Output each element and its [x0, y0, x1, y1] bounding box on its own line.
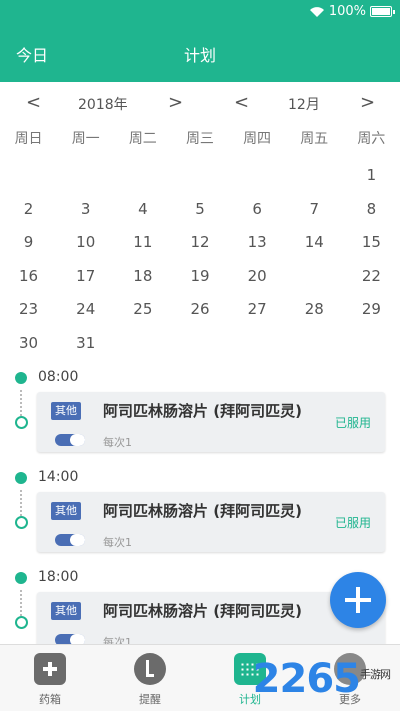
calendar-day[interactable]: 9 [0, 227, 57, 257]
medication-card[interactable]: 其他 阿司匹林肠溶片 (拜阿司匹灵) 已服用 每次1 [37, 492, 385, 552]
schedule-time: 08:00 [38, 369, 79, 385]
calendar-day[interactable]: 13 [229, 227, 286, 257]
calendar-day[interactable]: 15 [343, 227, 400, 257]
timeline-dot [15, 372, 27, 384]
status-bar: 100% [0, 0, 400, 24]
drug-name: 阿司匹林肠溶片 (拜阿司匹灵) [103, 402, 302, 420]
pill-icon [55, 534, 85, 546]
wifi-icon [309, 6, 324, 17]
calendar-day[interactable]: 19 [171, 261, 228, 291]
schedule-time: 18:00 [38, 569, 79, 585]
weekday-label: 周四 [243, 131, 272, 147]
weekday-label: 周三 [185, 131, 214, 147]
add-plan-button[interactable] [330, 572, 386, 628]
calendar-day[interactable]: 12 [171, 227, 228, 257]
calendar-day[interactable]: 4 [114, 194, 171, 224]
nav-item-medicine-kit[interactable]: 药箱 [20, 653, 80, 707]
battery-percent: 100% [328, 4, 366, 19]
timeline-ring [15, 516, 28, 529]
taken-status[interactable]: 已服用 [335, 514, 371, 531]
medicine-kit-icon [34, 653, 66, 685]
watermark-text: 2265 [252, 656, 361, 702]
category-tag: 其他 [51, 602, 81, 620]
taken-status[interactable]: 已服用 [335, 414, 371, 431]
nav-item-reminder[interactable]: 提醒 [120, 653, 180, 707]
category-tag: 其他 [51, 402, 81, 420]
weekday-label: 周日 [14, 131, 43, 147]
date-pickers: < 2018年 > < 12月 > [0, 92, 400, 118]
watermark-logo: 2265手游网 [252, 656, 391, 702]
dose-frequency: 每次1 [103, 536, 132, 549]
timeline-ring [15, 616, 28, 629]
month-label[interactable]: 12月 [288, 94, 320, 114]
pill-icon [55, 434, 85, 446]
calendar-day[interactable]: 23 [0, 294, 57, 324]
nav-label: 提醒 [139, 693, 161, 706]
battery-icon [370, 6, 395, 17]
calendar-day[interactable]: 5 [171, 194, 228, 224]
calendar-day[interactable]: 18 [114, 261, 171, 291]
weekday-header: 周日 周一 周二 周三 周四 周五 周六 [0, 128, 400, 148]
calendar-day[interactable]: 8 [343, 194, 400, 224]
prev-year-button[interactable]: < [26, 92, 41, 113]
calendar-day[interactable]: 6 [229, 194, 286, 224]
drug-name: 阿司匹林肠溶片 (拜阿司匹灵) [103, 502, 302, 520]
drug-name: 阿司匹林肠溶片 (拜阿司匹灵) [103, 602, 302, 620]
status-bar-right: 100% [309, 4, 395, 19]
dose-frequency: 每次1 [103, 436, 132, 449]
calendar-day[interactable]: 24 [57, 294, 114, 324]
timeline-dot [15, 572, 27, 584]
year-label[interactable]: 2018年 [78, 94, 128, 114]
calendar-day[interactable]: 7 [286, 194, 343, 224]
calendar-day[interactable]: 17 [57, 261, 114, 291]
calendar-day[interactable]: 27 [229, 294, 286, 324]
calendar-day[interactable]: 22 [343, 261, 400, 291]
calendar-day[interactable]: 16 [0, 261, 57, 291]
calendar-day[interactable]: 30 [0, 328, 57, 358]
calendar-day[interactable]: 10 [57, 227, 114, 257]
next-month-button[interactable]: > [360, 92, 375, 113]
calendar-day[interactable]: 29 [343, 294, 400, 324]
calendar-day[interactable]: 14 [286, 227, 343, 257]
weekday-label: 周一 [71, 131, 100, 147]
prev-month-button[interactable]: < [234, 92, 249, 113]
calendar-day[interactable]: 1 [343, 160, 400, 190]
calendar-day[interactable]: 25 [114, 294, 171, 324]
app-bar: 今日 计划 [0, 24, 400, 82]
calendar-day[interactable]: 28 [286, 294, 343, 324]
page-title: 计划 [183, 46, 216, 65]
calendar-day[interactable]: 11 [114, 227, 171, 257]
calendar-day[interactable]: 20 [229, 261, 286, 291]
nav-label: 药箱 [39, 693, 61, 706]
calendar-day-selected[interactable]: 21 [286, 260, 343, 291]
calendar-day[interactable]: 3 [57, 194, 114, 224]
watermark-suffix: 手游网 [360, 668, 391, 681]
category-tag: 其他 [51, 502, 81, 520]
medication-card[interactable]: 其他 阿司匹林肠溶片 (拜阿司匹灵) 已服用 每次1 [37, 392, 385, 452]
timeline-ring [15, 416, 28, 429]
weekday-label: 周五 [300, 131, 329, 147]
weekday-label: 周二 [128, 131, 157, 147]
clock-icon [134, 653, 166, 685]
calendar-day[interactable]: 26 [171, 294, 228, 324]
schedule-time: 14:00 [38, 469, 79, 485]
calendar-day[interactable]: 31 [57, 328, 114, 358]
next-year-button[interactable]: > [168, 92, 183, 113]
timeline-dot [15, 472, 27, 484]
calendar-day[interactable]: 2 [0, 194, 57, 224]
weekday-label: 周六 [357, 131, 386, 147]
